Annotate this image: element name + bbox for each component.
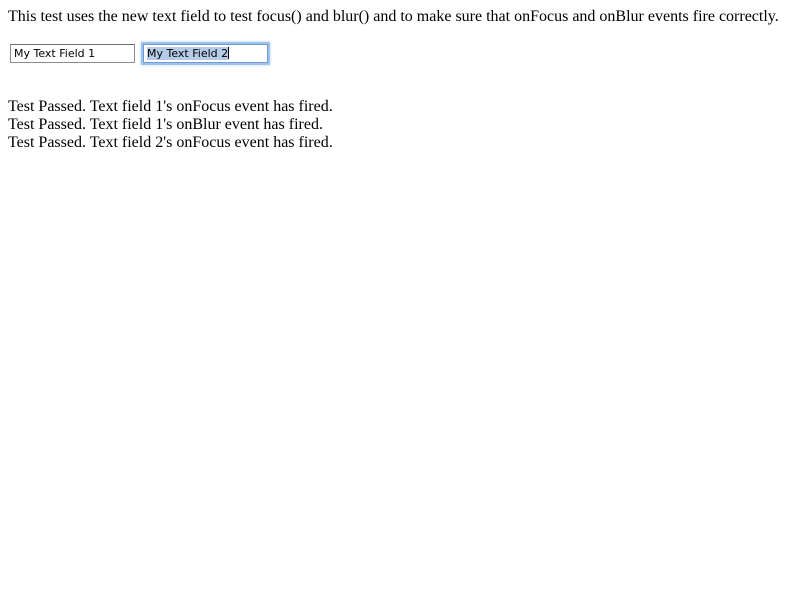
result-line: Test Passed. Text field 1's onFocus even…: [8, 98, 333, 115]
text-field-1-value: My Text Field 1: [14, 47, 96, 60]
result-line: Test Passed. Text field 2's onFocus even…: [8, 134, 333, 151]
text-caret: [228, 47, 230, 59]
text-field-2-selected-value: My Text Field 2: [147, 47, 229, 60]
result-line: Test Passed. Text field 1's onBlur event…: [8, 116, 323, 133]
text-field-1[interactable]: My Text Field 1: [10, 44, 135, 63]
text-field-2[interactable]: My Text Field 2: [143, 44, 268, 63]
intro-paragraph: This test uses the new text field to tes…: [8, 8, 779, 25]
test-results-log: Test Passed. Text field 1's onFocus even…: [8, 98, 333, 152]
